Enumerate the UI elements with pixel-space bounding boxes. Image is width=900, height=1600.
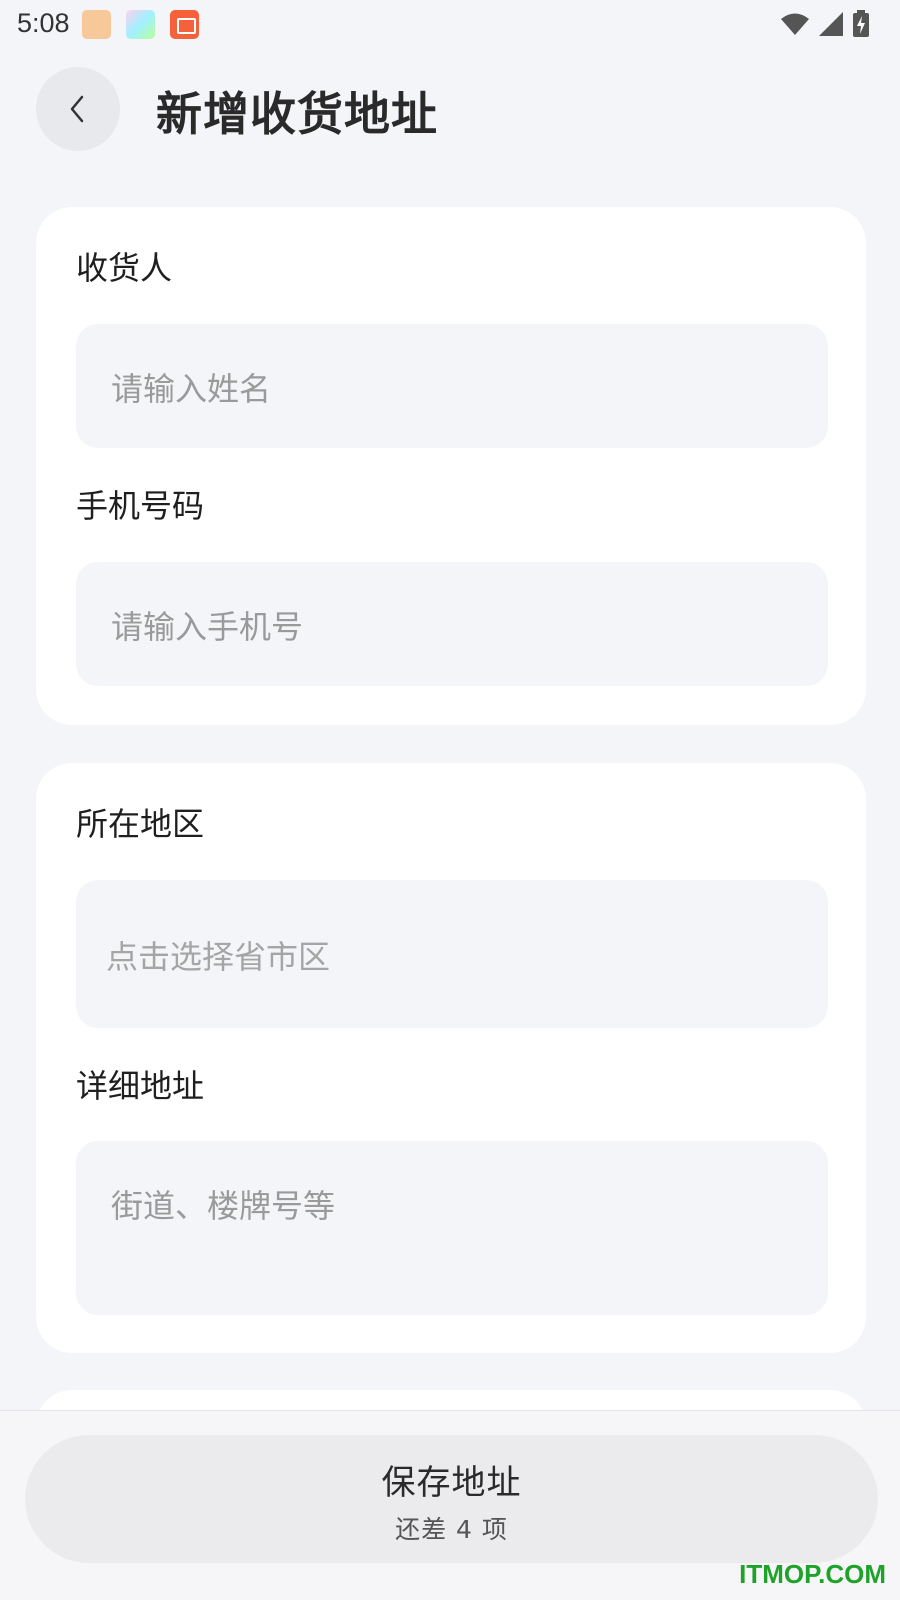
status-bar: 5:08 [0, 0, 900, 48]
system-icons [780, 10, 870, 38]
signal-icon [819, 12, 843, 36]
detail-address-textarea[interactable]: 街道、楼牌号等 [76, 1141, 828, 1315]
save-address-label: 保存地址 [381, 1463, 522, 1503]
receiver-name-input[interactable]: 请输入姓名 [76, 324, 828, 448]
contact-card: 收货人 请输入姓名 手机号码 请输入手机号 [36, 207, 866, 725]
address-card: 所在地区 点击选择省市区 详细地址 街道、楼牌号等 [36, 763, 866, 1353]
receiver-name-placeholder: 请输入姓名 [111, 370, 272, 408]
phone-input[interactable]: 请输入手机号 [76, 562, 828, 686]
wifi-icon [781, 13, 809, 35]
region-label: 所在地区 [76, 805, 205, 843]
gallery-app-icon [126, 10, 155, 39]
detail-address-label: 详细地址 [76, 1067, 205, 1105]
status-time: 5:08 [17, 8, 70, 38]
region-placeholder: 点击选择省市区 [106, 938, 331, 976]
book-app-icon [170, 10, 199, 39]
remaining-items-text: 还差 4 项 [395, 1515, 508, 1544]
phone-placeholder: 请输入手机号 [111, 608, 304, 646]
receiver-label: 收货人 [76, 249, 173, 287]
chevron-left-icon [70, 95, 84, 123]
detail-address-placeholder: 街道、楼牌号等 [111, 1187, 336, 1225]
page-title: 新增收货地址 [156, 87, 438, 141]
back-button[interactable] [36, 67, 120, 151]
save-address-button[interactable]: 保存地址 还差 4 项 [25, 1435, 878, 1563]
cat-app-icon [82, 10, 111, 39]
battery-charging-icon [853, 10, 869, 37]
phone-label: 手机号码 [76, 487, 205, 525]
watermark: ITMOP.COM [739, 1559, 886, 1589]
region-selector[interactable]: 点击选择省市区 [76, 880, 828, 1028]
bottom-bar: 保存地址 还差 4 项 ITMOP.COM [0, 1410, 900, 1600]
